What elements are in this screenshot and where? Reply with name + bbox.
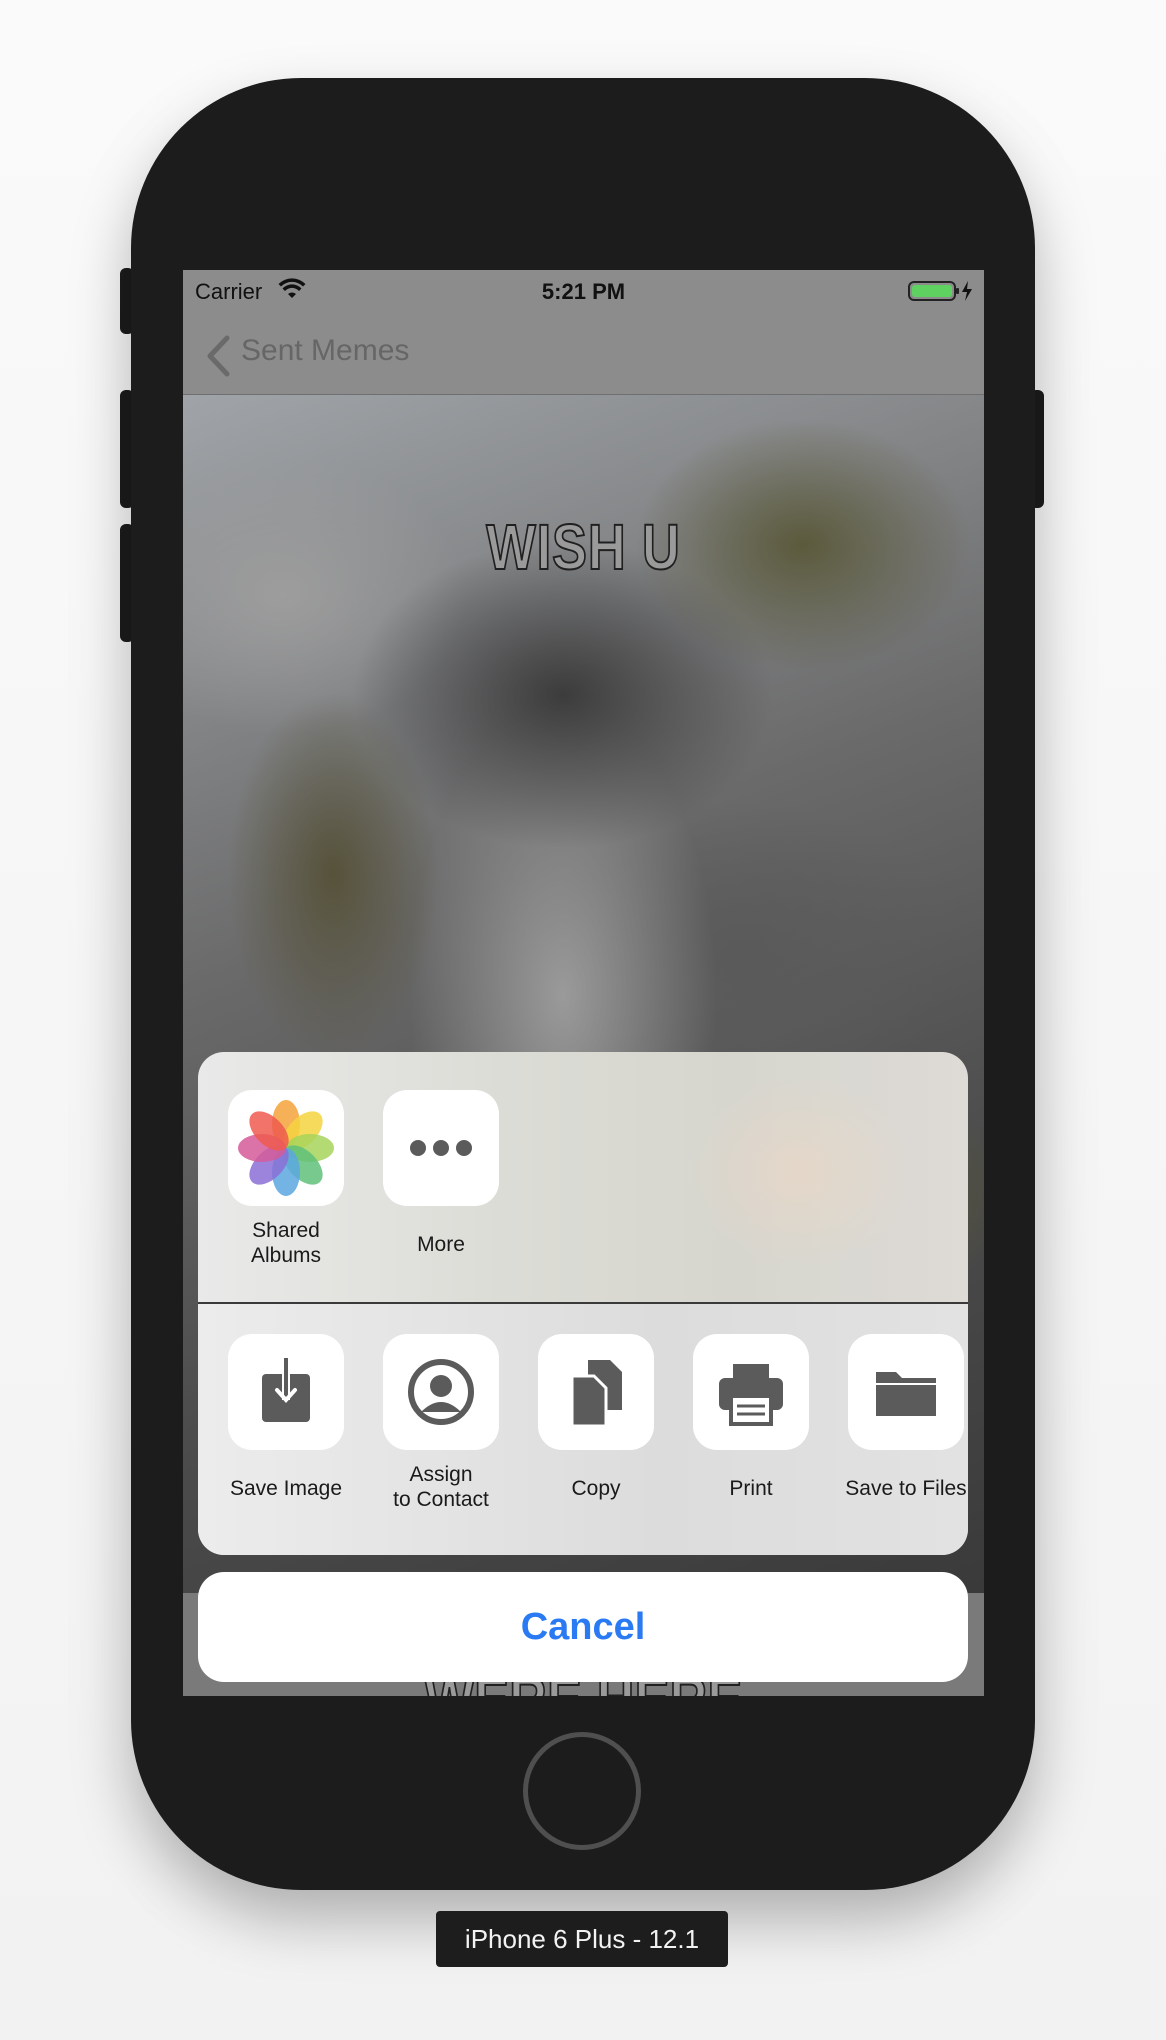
action-assign-to-contact-label: Assign to Contact [393,1463,489,1511]
share-shared-albums[interactable]: Shared Albums [209,1090,363,1268]
device-name-label: iPhone 6 Plus - 12.1 [436,1911,728,1967]
home-button[interactable] [523,1732,641,1850]
save-image-icon[interactable] [228,1334,344,1450]
folder-icon[interactable] [848,1334,964,1450]
clock-label: 5:21 PM [541,279,626,304]
cancel-button[interactable]: Cancel [198,1572,968,1682]
photos-icon[interactable] [228,1090,344,1206]
action-save-to-files[interactable]: Save to Files [829,1334,968,1501]
status-bar: Carrier 5:21 PM [183,270,984,310]
meme-top-text: WISH U [485,510,681,584]
contact-icon[interactable] [383,1334,499,1450]
chevron-left-icon[interactable] [205,334,231,378]
action-assign-to-contact[interactable]: Assign to Contact [364,1334,518,1512]
action-print-label: Print [729,1477,773,1500]
action-copy[interactable]: Copy [519,1334,673,1501]
simulator-window: Carrier 5:21 PM Sent Memes WISH U Shared… [0,0,1166,2040]
share-shared-albums-label: Shared Albums [250,1219,322,1267]
action-copy-label: Copy [571,1477,621,1500]
share-more-label: More [417,1233,465,1256]
device-screen: Carrier 5:21 PM Sent Memes WISH U Shared… [183,270,984,1696]
print-icon[interactable] [693,1334,809,1450]
back-button[interactable]: Sent Memes [241,334,409,368]
action-save-image[interactable]: Save Image [209,1334,363,1501]
more-icon[interactable] [383,1090,499,1206]
share-sheet: Shared Albums More Save Image Assign to … [198,1052,968,1555]
action-save-image-label: Save Image [229,1477,343,1500]
action-save-to-files-label: Save to Files [845,1477,967,1500]
share-apps-row: Shared Albums More [198,1052,968,1302]
share-actions-row: Save Image Assign to Contact Copy Print … [198,1304,968,1555]
action-print[interactable]: Print [674,1334,828,1501]
copy-icon[interactable] [538,1334,654,1450]
navigation-bar: Sent Memes [183,310,984,395]
battery-charging-icon [908,280,974,302]
share-more[interactable]: More [364,1090,518,1257]
